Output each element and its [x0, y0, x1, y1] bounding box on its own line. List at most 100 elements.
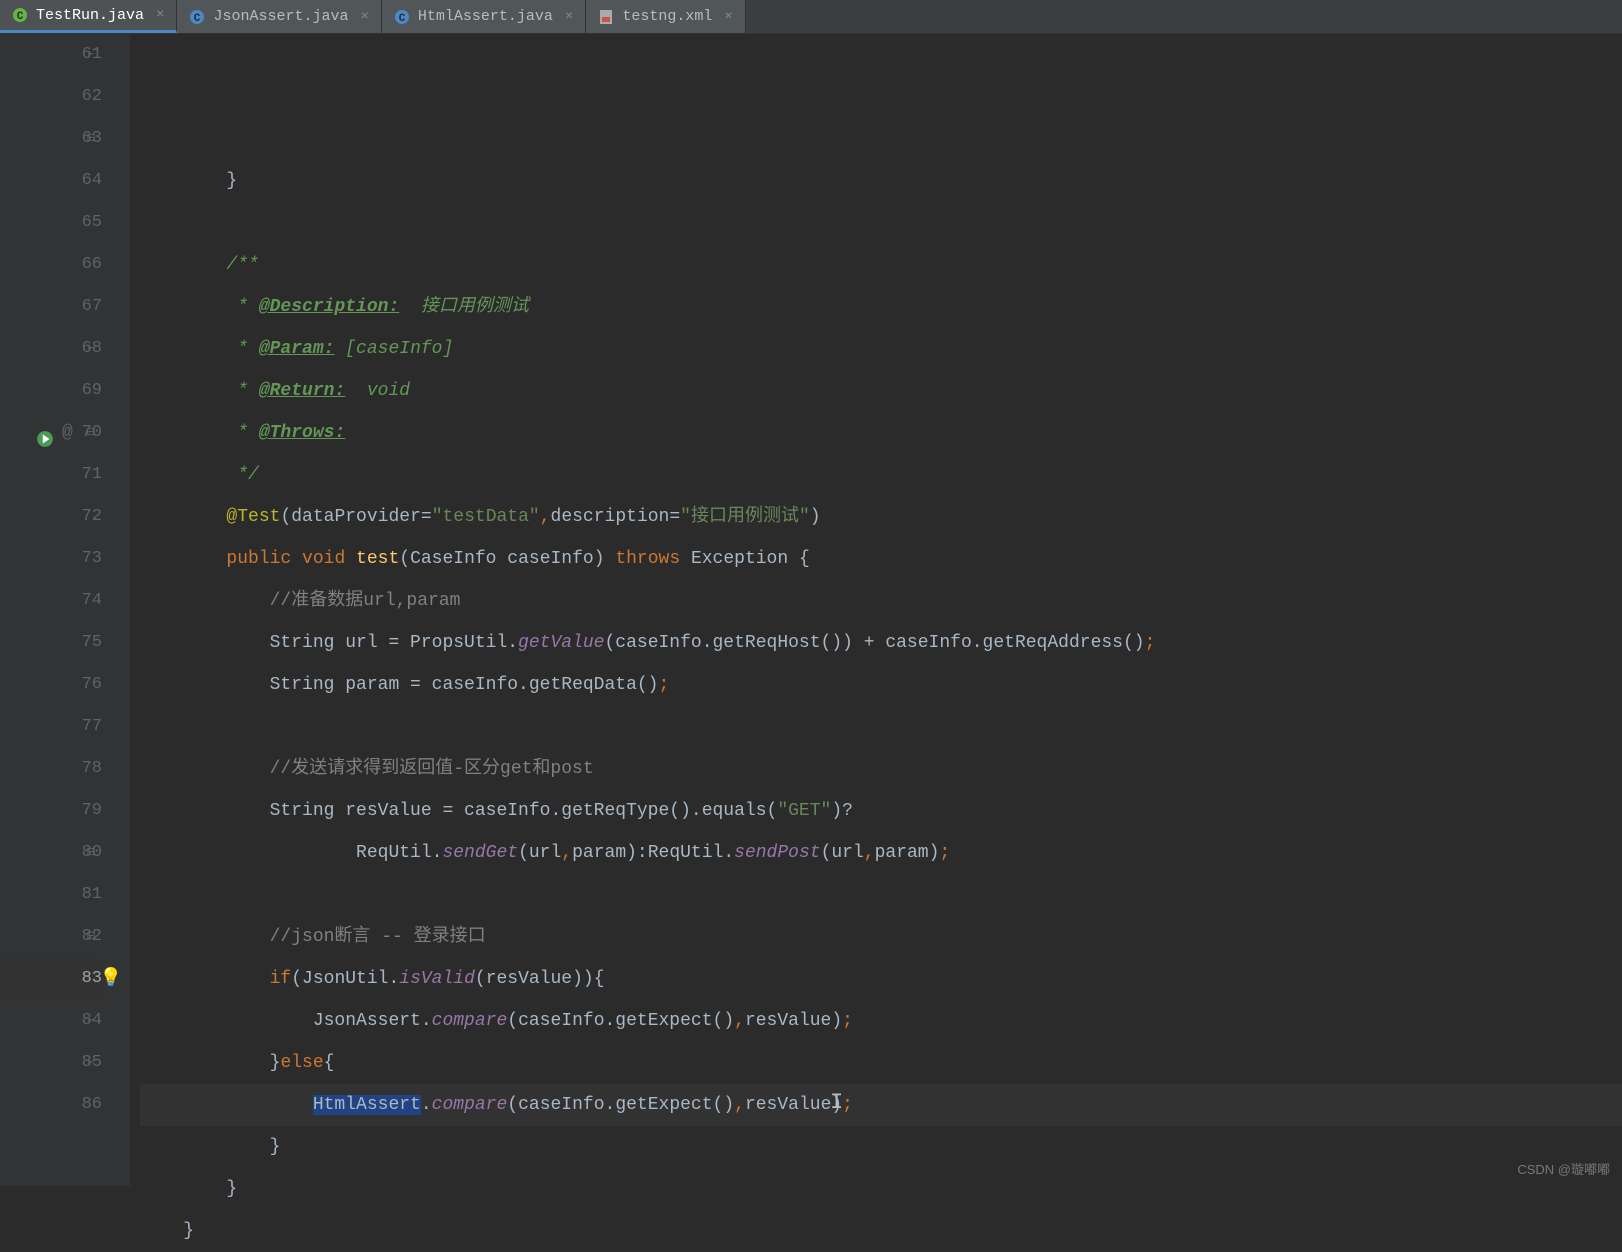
editor-tab-3[interactable]: testng.xml×: [586, 0, 745, 33]
code-token: [140, 255, 226, 275]
code-line[interactable]: * @Description: 接口用例测试: [140, 286, 1622, 328]
gutter-line[interactable]: 62: [0, 76, 102, 118]
code-token: .: [421, 1095, 432, 1115]
gutter-line[interactable]: 77: [0, 706, 102, 748]
code-line[interactable]: String resValue = caseInfo.getReqType().…: [140, 790, 1622, 832]
code-line[interactable]: }else{: [140, 1042, 1622, 1084]
code-line[interactable]: }: [140, 1210, 1622, 1252]
fold-marker-icon[interactable]: ⌐: [84, 342, 98, 356]
gutter-line[interactable]: 78: [0, 748, 102, 790]
code-line[interactable]: */: [140, 454, 1622, 496]
close-icon[interactable]: ×: [720, 9, 732, 25]
gutter-line[interactable]: 80⊟: [0, 832, 102, 874]
code-line[interactable]: String url = PropsUtil.getValue(caseInfo…: [140, 622, 1622, 664]
code-line[interactable]: HtmlAssert.compare(caseInfo.getExpect(),…: [140, 1084, 1622, 1126]
code-token: if: [270, 969, 292, 989]
intention-bulb-icon[interactable]: 💡: [100, 958, 122, 1000]
code-token: "接口用例测试": [680, 507, 810, 527]
code-token: void: [345, 381, 410, 401]
code-token: String url = PropsUtil.: [140, 633, 518, 653]
code-token: public void: [226, 549, 356, 569]
code-token: }: [140, 1221, 194, 1241]
gutter-line[interactable]: 84⌐: [0, 1000, 102, 1042]
gutter-line[interactable]: 72: [0, 496, 102, 538]
gutter-line[interactable]: 69: [0, 370, 102, 412]
fold-marker-icon[interactable]: ⊟: [84, 132, 98, 146]
gutter-line[interactable]: 63⊟: [0, 118, 102, 160]
override-icon[interactable]: @: [62, 412, 73, 454]
fold-marker-icon[interactable]: ⌐: [84, 48, 98, 62]
fold-marker-icon[interactable]: ⊟: [84, 930, 98, 944]
code-token: {: [324, 1053, 335, 1073]
code-line[interactable]: }: [140, 1126, 1622, 1168]
editor-tabs: CTestRun.java×CJsonAssert.java×CHtmlAsse…: [0, 0, 1622, 34]
gutter-line[interactable]: 85⌐: [0, 1042, 102, 1084]
code-token: (caseInfo.getExpect(): [507, 1011, 734, 1031]
gutter-line[interactable]: 79: [0, 790, 102, 832]
code-line[interactable]: ReqUtil.sendGet(url,param):ReqUtil.sendP…: [140, 832, 1622, 874]
gutter-line[interactable]: 82⊟: [0, 916, 102, 958]
gutter-line[interactable]: 83💡: [0, 958, 102, 1000]
run-test-icon[interactable]: [36, 424, 54, 442]
code-token: ;: [842, 1095, 853, 1115]
code-token: description: [551, 507, 670, 527]
gutter-line[interactable]: 71: [0, 454, 102, 496]
code-token: /**: [226, 255, 258, 275]
code-line[interactable]: * @Param: [caseInfo]: [140, 328, 1622, 370]
code-token: }: [140, 1179, 237, 1199]
code-line[interactable]: /**: [140, 244, 1622, 286]
gutter-line[interactable]: 70⊟@: [0, 412, 102, 454]
code-line[interactable]: if(JsonUtil.isValid(resValue)){: [140, 958, 1622, 1000]
close-icon[interactable]: ×: [356, 9, 368, 25]
close-icon[interactable]: ×: [561, 9, 573, 25]
code-token: }: [140, 171, 237, 191]
fold-marker-icon[interactable]: ⌐: [84, 1056, 98, 1070]
code-line[interactable]: //json断言 -- 登录接口: [140, 916, 1622, 958]
code-line[interactable]: [140, 874, 1622, 916]
editor-tab-0[interactable]: CTestRun.java×: [0, 0, 177, 33]
editor-tab-1[interactable]: CJsonAssert.java×: [177, 0, 381, 33]
code-token: JsonAssert.: [140, 1011, 432, 1031]
gutter-line[interactable]: 81: [0, 874, 102, 916]
fold-marker-icon[interactable]: ⊟: [84, 426, 98, 440]
code-token: @Param:: [259, 339, 335, 359]
gutter-line[interactable]: 64: [0, 160, 102, 202]
gutter-line[interactable]: 68⌐: [0, 328, 102, 370]
fold-marker-icon[interactable]: ⊟: [84, 846, 98, 860]
code-line[interactable]: * @Return: void: [140, 370, 1622, 412]
code-token: param): [875, 843, 940, 863]
gutter-line[interactable]: 61⌐: [0, 34, 102, 76]
editor-tab-2[interactable]: CHtmlAssert.java×: [382, 0, 586, 33]
code-line[interactable]: public void test(CaseInfo caseInfo) thro…: [140, 538, 1622, 580]
gutter-line[interactable]: 65: [0, 202, 102, 244]
code-token: compare: [432, 1095, 508, 1115]
code-content[interactable]: I } /** * @Description: 接口用例测试 * @Param:…: [130, 34, 1622, 1186]
code-token: @Return:: [259, 381, 345, 401]
code-token: Exception {: [691, 549, 810, 569]
code-token: ;: [658, 675, 669, 695]
code-line[interactable]: }: [140, 160, 1622, 202]
code-line[interactable]: [140, 706, 1622, 748]
code-line[interactable]: @Test(dataProvider="testData",descriptio…: [140, 496, 1622, 538]
code-line[interactable]: * @Throws:: [140, 412, 1622, 454]
gutter-line[interactable]: 67: [0, 286, 102, 328]
code-token: =: [669, 507, 680, 527]
gutter-line[interactable]: 74: [0, 580, 102, 622]
code-line[interactable]: JsonAssert.compare(caseInfo.getExpect(),…: [140, 1000, 1622, 1042]
close-icon[interactable]: ×: [152, 7, 164, 23]
gutter-line[interactable]: 75: [0, 622, 102, 664]
code-line[interactable]: }: [140, 1168, 1622, 1210]
code-line[interactable]: //发送请求得到返回值-区分get和post: [140, 748, 1622, 790]
code-line[interactable]: [140, 202, 1622, 244]
gutter-line[interactable]: 86: [0, 1084, 102, 1126]
fold-marker-icon[interactable]: ⌐: [84, 1014, 98, 1028]
code-token: //发送请求得到返回值-区分get和post: [270, 759, 594, 779]
gutter-line[interactable]: 73: [0, 538, 102, 580]
code-token: @Test: [226, 507, 280, 527]
code-token: "testData": [432, 507, 540, 527]
code-token: @Throws:: [259, 423, 345, 443]
code-line[interactable]: //准备数据url,param: [140, 580, 1622, 622]
code-line[interactable]: String param = caseInfo.getReqData();: [140, 664, 1622, 706]
gutter-line[interactable]: 76: [0, 664, 102, 706]
gutter-line[interactable]: 66: [0, 244, 102, 286]
